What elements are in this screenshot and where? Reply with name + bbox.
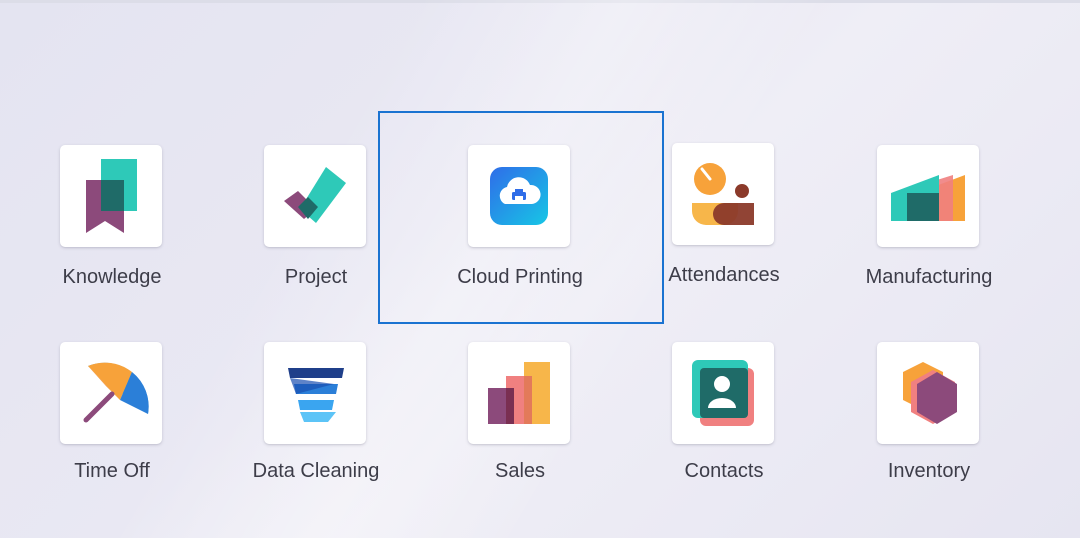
app-label: Sales	[494, 460, 546, 482]
sales-icon	[468, 342, 570, 444]
cloud-printing-icon	[468, 145, 570, 247]
app-label: Contacts	[684, 460, 764, 482]
app-sales[interactable]: Sales	[418, 310, 622, 500]
top-border	[0, 0, 1080, 3]
app-knowledge[interactable]: Knowledge	[10, 113, 214, 303]
contacts-icon	[672, 342, 774, 444]
app-attendances[interactable]: Attendances	[622, 111, 826, 301]
app-inventory[interactable]: Inventory	[827, 310, 1031, 500]
knowledge-icon	[60, 145, 162, 247]
app-time-off[interactable]: Time Off	[10, 310, 214, 500]
app-label: Inventory	[887, 460, 971, 482]
app-contacts[interactable]: Contacts	[622, 310, 826, 500]
app-data-cleaning[interactable]: Data Cleaning	[214, 310, 418, 500]
project-icon	[264, 145, 366, 247]
data-cleaning-icon	[264, 342, 366, 444]
app-manufacturing[interactable]: Manufacturing	[827, 113, 1031, 303]
app-label: Attendances	[668, 264, 780, 286]
app-label: Manufacturing	[865, 266, 993, 288]
app-label: Cloud Printing	[457, 266, 583, 288]
inventory-icon	[877, 342, 979, 444]
app-label: Project	[284, 266, 348, 288]
app-project[interactable]: Project	[214, 113, 418, 303]
time-off-icon	[60, 342, 162, 444]
app-label: Data Cleaning	[252, 460, 380, 482]
attendances-icon	[672, 143, 774, 245]
manufacturing-icon	[877, 145, 979, 247]
app-label: Knowledge	[62, 266, 162, 288]
app-cloud-printing[interactable]: Cloud Printing	[418, 113, 622, 303]
app-label: Time Off	[74, 460, 150, 482]
